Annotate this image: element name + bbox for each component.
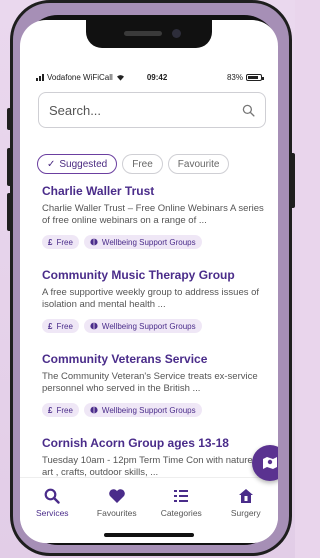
service-description: Tuesday 10am - 12pm Term Time Con with n… <box>42 455 258 477</box>
tag-label: Free <box>56 405 73 415</box>
search-input[interactable] <box>49 102 242 118</box>
service-tags: £ Free Wellbeing Support Groups <box>42 403 264 417</box>
brain-icon <box>90 322 98 330</box>
battery: 83% <box>226 72 264 82</box>
list-icon <box>174 490 189 502</box>
tag-label: Wellbeing Support Groups <box>101 237 196 247</box>
filter-chip-free[interactable]: Free <box>122 154 163 174</box>
brain-icon <box>90 238 98 246</box>
service-title: Charlie Waller Trust <box>42 184 155 198</box>
tag-label: Free <box>56 237 73 247</box>
nav-surgery[interactable]: Surgery <box>220 488 272 543</box>
filter-chip-label: Free <box>132 158 153 170</box>
service-title: Cornish Acorn Group ages 13-18 <box>42 436 229 450</box>
service-title: Community Veterans Service <box>42 352 208 366</box>
house-icon <box>238 489 253 503</box>
tag-free: £ Free <box>42 235 79 249</box>
tag-free: £ Free <box>42 319 79 333</box>
nav-label: Categories <box>160 508 202 518</box>
notch <box>86 20 212 48</box>
volume-down-button <box>7 193 12 231</box>
nav-label: Surgery <box>230 508 261 518</box>
signal-icon <box>36 73 44 81</box>
heart-icon <box>108 489 125 503</box>
filter-chip-suggested[interactable]: ✓ Suggested <box>37 154 118 174</box>
pound-icon: £ <box>48 405 53 415</box>
service-card[interactable]: Community Music Therapy Group A free sup… <box>20 268 278 333</box>
status-bar: Vodafone WiFiCall 09:42 83% <box>20 70 278 84</box>
speaker <box>124 31 162 36</box>
service-description: The Community Veteran's Service treats e… <box>42 371 258 394</box>
battery-icon <box>246 73 264 81</box>
brain-icon <box>90 406 98 414</box>
volume-up-button <box>7 148 12 186</box>
service-title: Community Music Therapy Group <box>42 268 235 282</box>
check-icon: ✓ <box>47 158 56 170</box>
pound-icon: £ <box>48 237 53 247</box>
service-card[interactable]: Cornish Acorn Group ages 13-18 Tuesday 1… <box>20 436 278 477</box>
home-indicator <box>104 533 194 537</box>
services-list: Charlie Waller Trust Charlie Waller Trus… <box>20 180 278 477</box>
search-icon <box>44 488 60 504</box>
bottom-nav: Services Favourites Categories Surgery <box>20 477 278 543</box>
tag-free: £ Free <box>42 403 79 417</box>
search-icon[interactable] <box>242 104 255 117</box>
nav-services[interactable]: Services <box>26 488 78 543</box>
service-description: Charlie Waller Trust – Free Online Webin… <box>42 203 264 226</box>
carrier: Vodafone WiFiCall <box>36 73 125 82</box>
filter-chip-favourite[interactable]: Favourite <box>167 154 230 174</box>
filter-chips: ✓ Suggested Free Favourite <box>37 154 230 174</box>
filter-chip-label: Suggested <box>59 158 108 170</box>
tag-label: Wellbeing Support Groups <box>101 321 196 331</box>
tag-label: Free <box>56 321 73 331</box>
nav-label: Favourites <box>96 508 137 518</box>
wifi-icon <box>116 74 124 81</box>
service-description: A free supportive weekly group to addres… <box>42 287 260 310</box>
search-box[interactable] <box>38 92 266 128</box>
phone-screen: Vodafone WiFiCall 09:42 83% ✓ Suggested … <box>20 20 278 543</box>
carrier-label: Vodafone WiFiCall <box>47 72 113 82</box>
tag-category: Wellbeing Support Groups <box>83 319 202 333</box>
service-card[interactable]: Community Veterans Service The Community… <box>20 352 278 417</box>
power-button <box>290 153 295 208</box>
battery-percent: 83% <box>226 72 243 82</box>
service-card[interactable]: Charlie Waller Trust Charlie Waller Trus… <box>20 184 278 249</box>
map-icon <box>263 457 277 469</box>
front-camera <box>172 29 181 38</box>
tag-category: Wellbeing Support Groups <box>83 235 202 249</box>
tag-category: Wellbeing Support Groups <box>83 403 202 417</box>
filter-chip-label: Favourite <box>177 158 220 170</box>
pound-icon: £ <box>48 321 53 331</box>
mute-switch <box>7 108 12 130</box>
nav-label: Services <box>35 508 69 518</box>
clock: 09:42 <box>146 72 168 82</box>
service-tags: £ Free Wellbeing Support Groups <box>42 319 264 333</box>
service-tags: £ Free Wellbeing Support Groups <box>42 235 264 249</box>
tag-label: Wellbeing Support Groups <box>101 405 196 415</box>
